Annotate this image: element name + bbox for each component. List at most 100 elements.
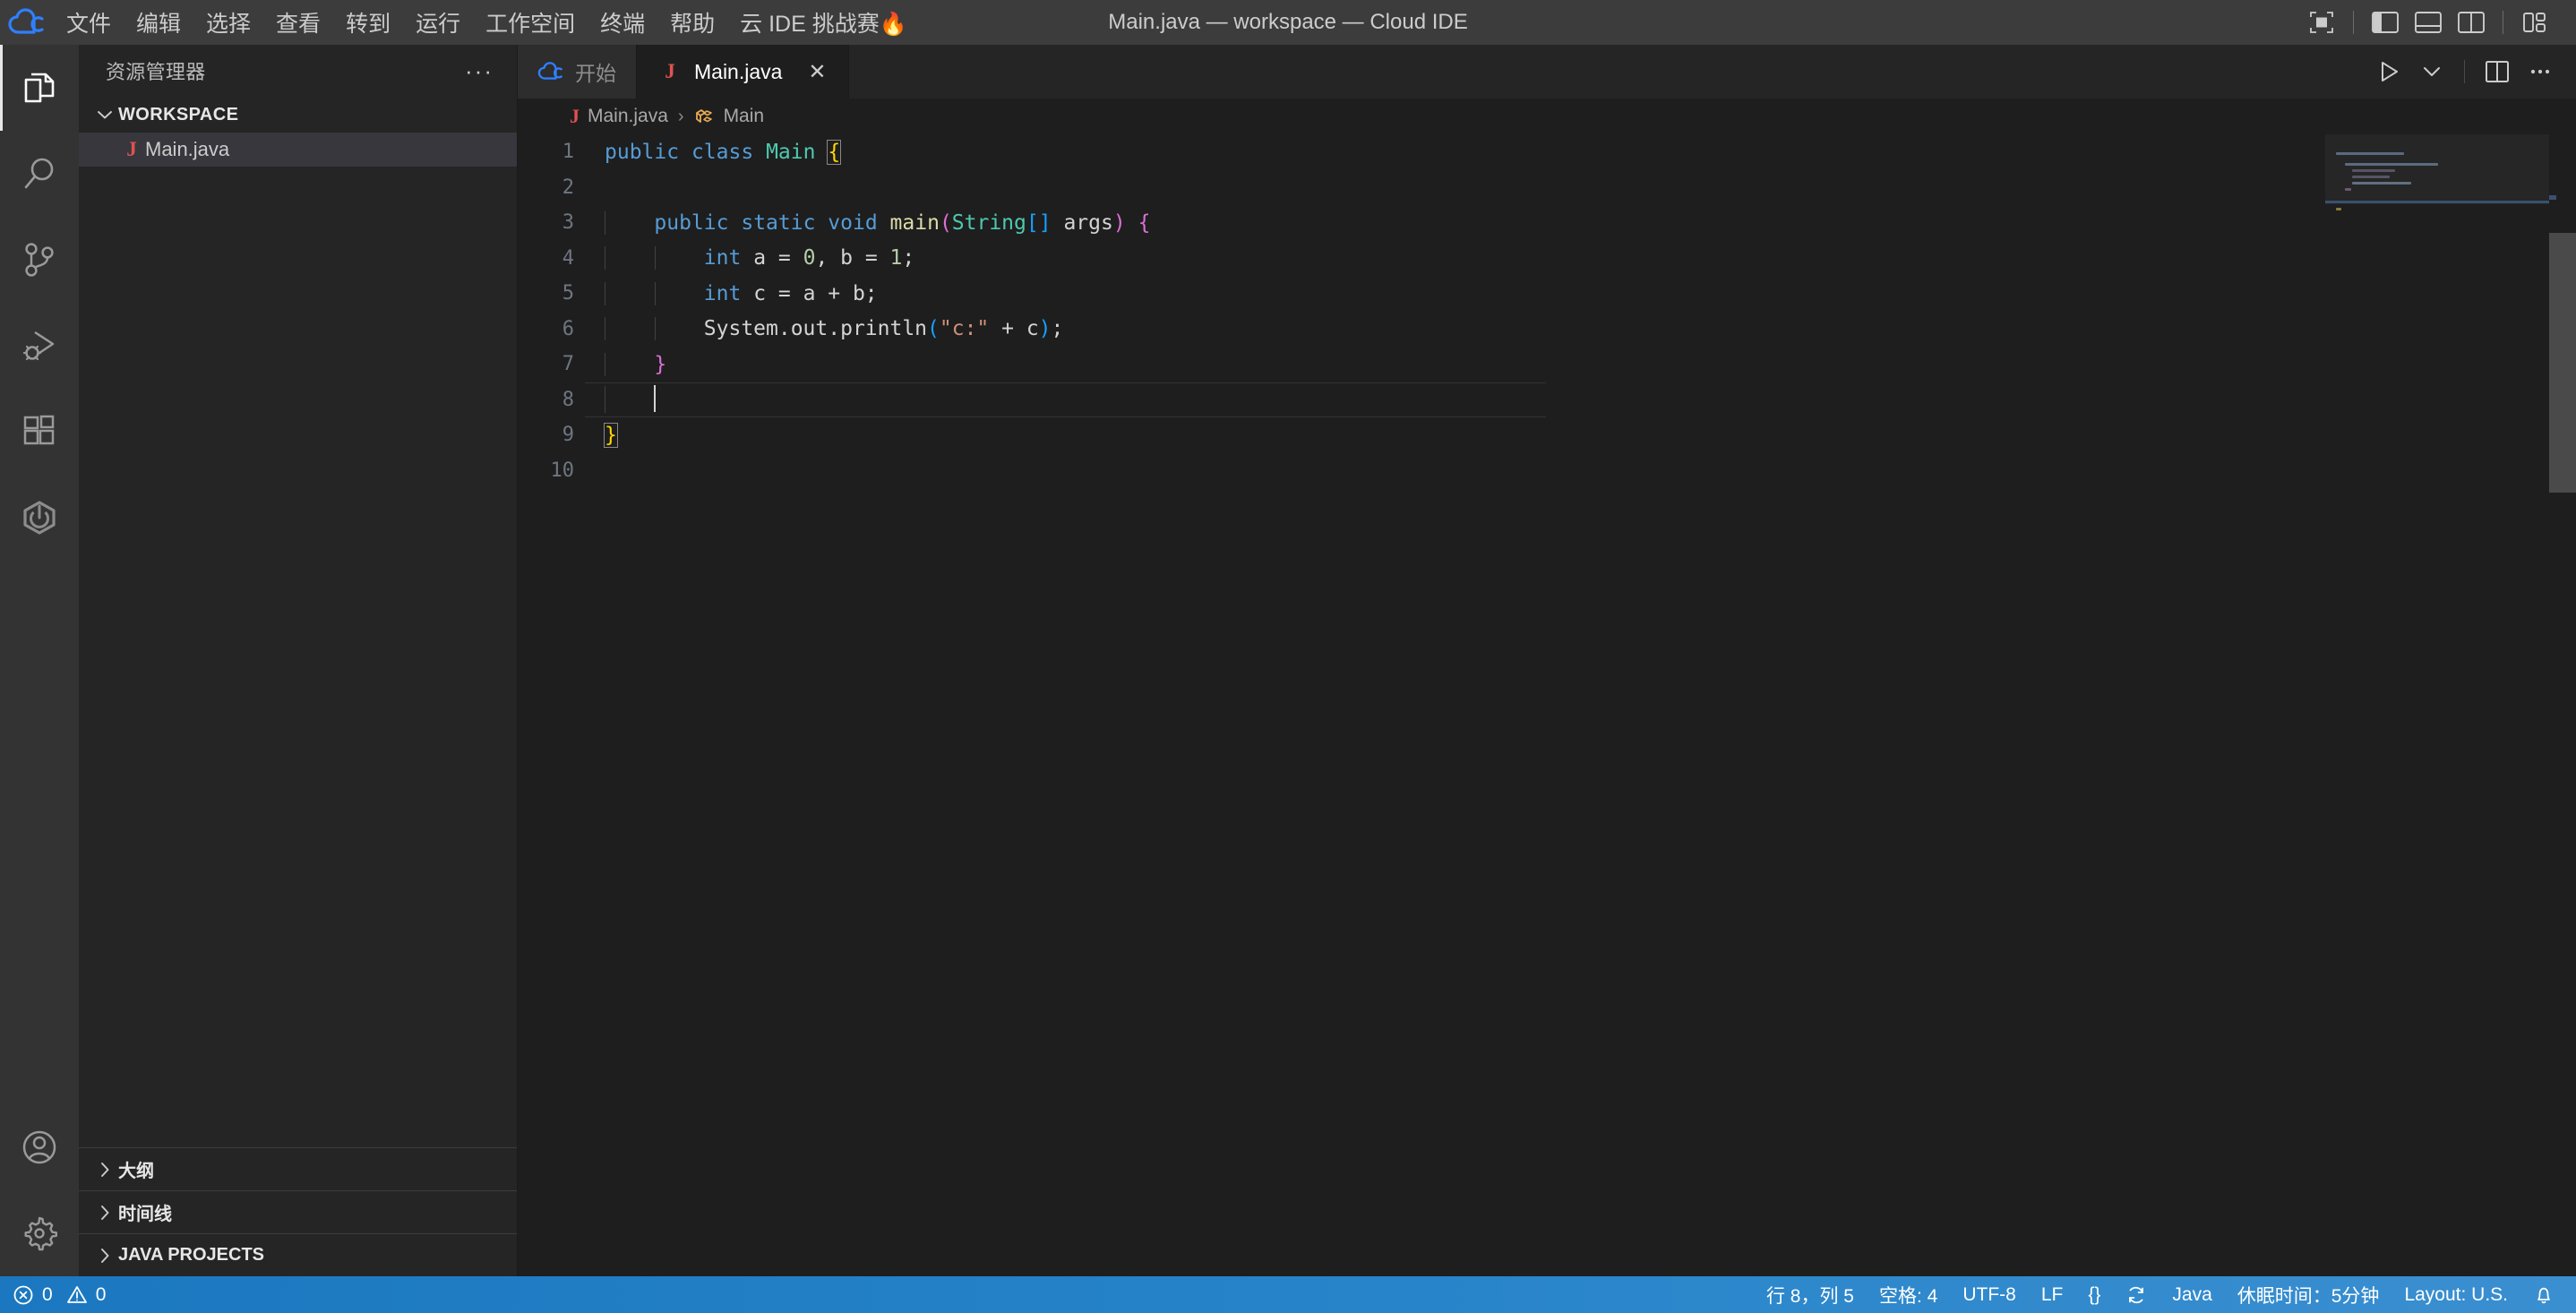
code-scroll-region: 1 public class Main { 2 3 public static … xyxy=(518,134,2576,1276)
activity-extensions[interactable] xyxy=(0,389,79,475)
toggle-secondary-sidebar-button[interactable] xyxy=(2450,4,2493,40)
status-cursor-position[interactable]: 行 8，列 5 xyxy=(1754,1282,1867,1309)
editor-actions-separator xyxy=(2464,60,2465,83)
java-file-icon: J xyxy=(118,138,145,161)
toggle-primary-sidebar-button[interactable] xyxy=(2364,4,2407,40)
sidebar-section-timeline-label: 时间线 xyxy=(118,1199,172,1225)
code-line-8-text xyxy=(585,386,656,413)
file-tree: J Main.java xyxy=(79,133,517,1147)
menu-cloud-ide-challenge[interactable]: 云 IDE 挑战赛🔥 xyxy=(727,0,920,45)
activity-account[interactable] xyxy=(0,1104,79,1190)
customize-layout-button[interactable] xyxy=(2300,4,2343,40)
sidebar-header: 资源管理器 ··· xyxy=(79,45,517,97)
activity-search[interactable] xyxy=(0,131,79,217)
status-eol[interactable]: LF xyxy=(2029,1284,2076,1306)
code-lines: 1 public class Main { 2 3 public static … xyxy=(518,134,2576,488)
line-number-4: 4 xyxy=(518,241,585,277)
activity-explorer[interactable] xyxy=(0,45,79,131)
menu-help[interactable]: 帮助 xyxy=(657,0,727,45)
code-line-5-text: int c = a + b; xyxy=(585,282,878,305)
run-options-button[interactable] xyxy=(2412,52,2451,91)
tab-start-label: 开始 xyxy=(575,56,616,87)
sidebar-section-outline-label: 大纲 xyxy=(118,1156,154,1182)
toggle-primary-sidebar-icon xyxy=(2372,12,2399,33)
status-format-braces[interactable]: {} xyxy=(2075,1284,2113,1306)
menu-workspace[interactable]: 工作空间 xyxy=(473,0,588,45)
status-problems[interactable]: 0 0 xyxy=(0,1276,118,1313)
toggle-panel-button[interactable] xyxy=(2407,4,2450,40)
tab-start[interactable]: 开始 xyxy=(518,45,637,99)
editor-vertical-scrollbar[interactable] xyxy=(2549,134,2576,1276)
activity-java-runtime[interactable] xyxy=(0,475,79,561)
sidebar-section-workspace[interactable]: WORKSPACE xyxy=(79,97,517,133)
ellipsis-icon xyxy=(2528,60,2553,83)
sidebar-section-outline[interactable]: 大纲 xyxy=(79,1147,517,1190)
line-number-9: 9 xyxy=(518,417,585,453)
activity-settings[interactable] xyxy=(0,1190,79,1276)
breadcrumb: J Main.java › Main xyxy=(518,99,2576,134)
code-line-8: 8 xyxy=(518,382,2576,418)
tab-close-button[interactable]: ✕ xyxy=(805,59,829,85)
customize-layout-icon xyxy=(2309,11,2334,34)
menu-edit[interactable]: 编辑 xyxy=(124,0,193,45)
status-encoding[interactable]: UTF-8 xyxy=(1950,1284,2029,1306)
gear-icon xyxy=(19,1213,60,1254)
code-line-9: 9 } xyxy=(518,417,2576,453)
cloud-ide-window: 文件 编辑 选择 查看 转到 运行 工作空间 终端 帮助 云 IDE 挑战赛🔥 … xyxy=(0,0,2576,1313)
line-number-7: 7 xyxy=(518,347,585,382)
java-file-icon: J xyxy=(657,60,683,83)
run-button[interactable] xyxy=(2369,52,2409,91)
file-tree-item-main-java[interactable]: J Main.java xyxy=(79,133,517,167)
more-actions-button[interactable] xyxy=(2520,52,2560,91)
code-line-1-text: public class Main { xyxy=(585,141,840,164)
split-editor-icon xyxy=(2485,60,2510,83)
menu-terminal[interactable]: 终端 xyxy=(588,0,657,45)
split-editor-button[interactable] xyxy=(2477,52,2517,91)
power-hexagon-icon xyxy=(19,497,60,538)
toggle-secondary-sidebar-icon xyxy=(2458,12,2485,33)
activity-run-debug[interactable] xyxy=(0,303,79,389)
tab-main-java[interactable]: J Main.java ✕ xyxy=(637,45,849,99)
code-line-10: 10 xyxy=(518,453,2576,489)
status-warning-count: 0 xyxy=(96,1284,107,1306)
code-line-5: 5 int c = a + b; xyxy=(518,276,2576,312)
code-editor[interactable]: 1 public class Main { 2 3 public static … xyxy=(518,134,2576,1276)
status-indentation[interactable]: 空格: 4 xyxy=(1867,1282,1950,1309)
workbench-body: 资源管理器 ··· WORKSPACE J Main.java 大纲 xyxy=(0,45,2576,1276)
code-line-4-text: int a = 0, b = 1; xyxy=(585,246,914,270)
status-sync[interactable] xyxy=(2113,1284,2160,1306)
sidebar-section-workspace-label: WORKSPACE xyxy=(118,105,238,125)
menu-run[interactable]: 运行 xyxy=(403,0,473,45)
menu-go[interactable]: 转到 xyxy=(333,0,403,45)
line-number-6: 6 xyxy=(518,312,585,348)
editor-group: 开始 J Main.java ✕ xyxy=(518,45,2576,1276)
sidebar-section-java-projects[interactable]: JAVA PROJECTS xyxy=(79,1233,517,1276)
code-line-6-text: System.out.println("c:" + c); xyxy=(585,317,1063,340)
line-number-10: 10 xyxy=(518,453,585,489)
menu-view[interactable]: 查看 xyxy=(263,0,333,45)
menu-selection[interactable]: 选择 xyxy=(193,0,263,45)
minimap[interactable] xyxy=(2325,134,2549,1276)
account-icon xyxy=(19,1127,60,1168)
menu-file[interactable]: 文件 xyxy=(54,0,124,45)
code-line-9-text: } xyxy=(585,424,617,447)
scrollbar-thumb[interactable] xyxy=(2549,233,2576,493)
sidebar-more-actions-button[interactable]: ··· xyxy=(465,57,494,85)
status-notifications[interactable] xyxy=(2520,1284,2567,1306)
app-logo[interactable] xyxy=(0,8,54,37)
status-error-count: 0 xyxy=(42,1284,53,1306)
status-sleep-timer[interactable]: 休眠时间：5分钟 xyxy=(2225,1282,2392,1309)
files-icon xyxy=(19,67,60,108)
activity-source-control[interactable] xyxy=(0,217,79,303)
breadcrumb-item-class[interactable]: Main xyxy=(724,106,765,127)
breadcrumb-item-file[interactable]: Main.java xyxy=(588,106,668,127)
status-language-mode[interactable]: Java xyxy=(2160,1284,2224,1306)
chevron-right-icon xyxy=(91,1162,118,1178)
line-number-2: 2 xyxy=(518,170,585,206)
layout-options-button[interactable] xyxy=(2513,4,2556,40)
tab-main-java-label: Main.java xyxy=(694,60,782,84)
extensions-icon xyxy=(19,411,60,452)
menu-bar: 文件 编辑 选择 查看 转到 运行 工作空间 终端 帮助 云 IDE 挑战赛🔥 xyxy=(54,0,920,45)
sidebar-section-timeline[interactable]: 时间线 xyxy=(79,1190,517,1233)
status-keyboard-layout[interactable]: Layout: U.S. xyxy=(2391,1284,2520,1306)
